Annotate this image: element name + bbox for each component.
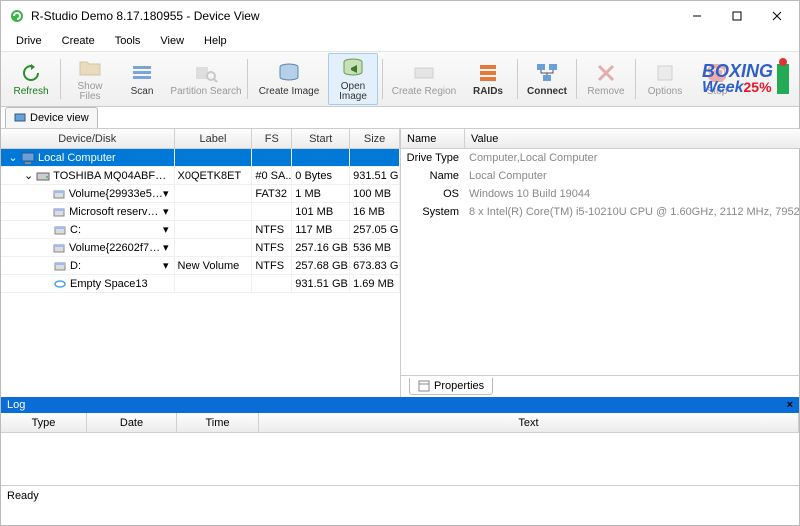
col-log-type[interactable]: Type: [1, 413, 87, 432]
col-size[interactable]: Size: [350, 129, 400, 148]
connect-icon: [535, 61, 559, 85]
app-icon: [9, 8, 25, 24]
log-header: Type Date Time Text: [1, 413, 799, 433]
properties-panel: Name Value Drive TypeComputer,Local Comp…: [401, 129, 800, 397]
properties-header: Name Value: [401, 129, 800, 149]
table-row[interactable]: D:▾New VolumeNTFS257.68 GB673.83 GB: [1, 257, 400, 275]
close-button[interactable]: [757, 2, 797, 30]
property-row: System8 x Intel(R) Core(TM) i5-10210U CP…: [401, 203, 800, 221]
col-prop-name[interactable]: Name: [401, 129, 465, 148]
window-title: R-Studio Demo 8.17.180955 - Device View: [31, 9, 677, 23]
remove-button[interactable]: Remove: [581, 53, 631, 105]
table-row[interactable]: ⌄TOSHIBA MQ04ABF100 ...X0QETK8ET#0 SA...…: [1, 167, 400, 185]
create-region-icon: [412, 61, 436, 85]
remove-icon: [594, 61, 618, 85]
device-tree-body[interactable]: ⌄Local Computer⌄TOSHIBA MQ04ABF100 ...X0…: [1, 149, 400, 397]
table-row[interactable]: Volume{22602f75-2...▾NTFS257.16 GB536 MB: [1, 239, 400, 257]
options-icon: [653, 61, 677, 85]
log-body[interactable]: [1, 433, 799, 485]
property-row: NameLocal Computer: [401, 167, 800, 185]
options-button[interactable]: Options: [640, 53, 690, 105]
minimize-button[interactable]: [677, 2, 717, 30]
refresh-button[interactable]: Refresh: [6, 53, 56, 105]
refresh-icon: [19, 61, 43, 85]
log-title-bar[interactable]: Log ×: [1, 397, 799, 413]
col-log-time[interactable]: Time: [177, 413, 259, 432]
tab-properties[interactable]: Properties: [409, 378, 493, 395]
menu-bar: Drive Create Tools View Help: [1, 31, 799, 51]
col-fs[interactable]: FS: [252, 129, 292, 148]
property-row: Drive TypeComputer,Local Computer: [401, 149, 800, 167]
open-image-button[interactable]: Open Image: [328, 53, 378, 105]
raids-icon: [476, 61, 500, 85]
main-body: Device/Disk Label FS Start Size ⌄Local C…: [1, 129, 799, 397]
folder-open-icon: [78, 56, 102, 80]
property-row: OSWindows 10 Build 19044: [401, 185, 800, 203]
log-close-icon[interactable]: ×: [787, 399, 793, 411]
table-row[interactable]: Volume{29933e58-5...▾FAT321 MB100 MB: [1, 185, 400, 203]
device-tree-panel: Device/Disk Label FS Start Size ⌄Local C…: [1, 129, 401, 397]
status-text: Ready: [7, 490, 39, 502]
raids-button[interactable]: RAIDs: [463, 53, 513, 105]
properties-icon: [418, 380, 430, 392]
create-image-button[interactable]: Create Image: [252, 53, 326, 105]
connect-button[interactable]: Connect: [522, 53, 572, 105]
menu-create[interactable]: Create: [52, 33, 105, 49]
maximize-button[interactable]: [717, 2, 757, 30]
create-region-button[interactable]: Create Region: [387, 53, 461, 105]
table-row[interactable]: Microsoft reserved ...▾101 MB16 MB: [1, 203, 400, 221]
properties-tab-strip: Properties: [401, 375, 800, 397]
menu-tools[interactable]: Tools: [105, 33, 151, 49]
menu-view[interactable]: View: [150, 33, 194, 49]
col-start[interactable]: Start: [292, 129, 350, 148]
partition-search-button[interactable]: Partition Search: [169, 53, 243, 105]
promo-banner[interactable]: BOXING Week25%: [702, 56, 793, 104]
col-log-text[interactable]: Text: [259, 413, 799, 432]
col-prop-value[interactable]: Value: [465, 129, 800, 148]
show-files-button[interactable]: Show Files: [65, 53, 115, 105]
device-tree-header: Device/Disk Label FS Start Size: [1, 129, 400, 149]
search-partition-icon: [194, 61, 218, 85]
device-view-icon: [14, 112, 26, 124]
menu-help[interactable]: Help: [194, 33, 237, 49]
scan-button[interactable]: Scan: [117, 53, 167, 105]
menu-drive[interactable]: Drive: [6, 33, 52, 49]
col-label[interactable]: Label: [175, 129, 253, 148]
open-image-icon: [341, 56, 365, 80]
tab-device-view[interactable]: Device view: [5, 107, 98, 128]
toolbar: Refresh Show Files Scan Partition Search…: [1, 51, 799, 107]
status-bar: Ready: [1, 485, 799, 505]
table-row[interactable]: Empty Space13931.51 GB1.69 MB: [1, 275, 400, 293]
tab-strip: Device view: [1, 107, 799, 129]
scan-icon: [130, 61, 154, 85]
table-row[interactable]: ⌄Local Computer: [1, 149, 400, 167]
create-image-icon: [277, 61, 301, 85]
log-title: Log: [7, 399, 25, 411]
properties-list: Drive TypeComputer,Local ComputerNameLoc…: [401, 149, 800, 375]
col-log-date[interactable]: Date: [87, 413, 177, 432]
title-bar: R-Studio Demo 8.17.180955 - Device View: [1, 1, 799, 31]
table-row[interactable]: C:▾NTFS117 MB257.05 GB: [1, 221, 400, 239]
col-device[interactable]: Device/Disk: [1, 129, 175, 148]
